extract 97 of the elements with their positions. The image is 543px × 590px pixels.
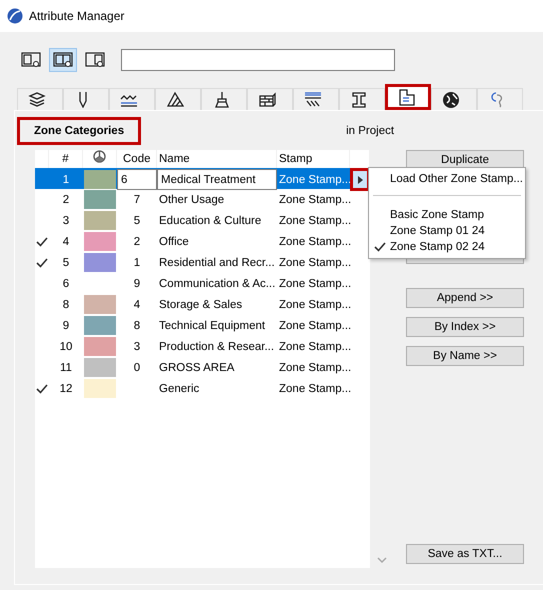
name-cell-text: Office xyxy=(158,236,190,248)
view-mode-button[interactable] xyxy=(49,48,77,72)
name-cell-text: Technical Equipment xyxy=(158,320,266,332)
stamp-cell-text: Zone Stamp... xyxy=(278,236,350,248)
menu-item-label: Load Other Zone Stamp... xyxy=(390,173,523,185)
stamp-cell-text: Zone Stamp... xyxy=(278,340,350,352)
action-button[interactable]: Append >> xyxy=(406,288,524,308)
index-cell-text: 9 xyxy=(62,320,70,332)
code-cell-text: 2 xyxy=(132,236,142,248)
stamp-menu-button[interactable] xyxy=(350,168,370,191)
brick-icon xyxy=(258,91,276,108)
table-row[interactable]: 3 5 Education & Culture Zone Stamp... xyxy=(35,210,370,231)
menu-item-label: Zone Stamp 02 24 xyxy=(390,241,485,253)
stamp-cell-text: Zone Stamp... xyxy=(278,256,350,268)
index-cell-text: 10 xyxy=(58,340,74,352)
stamp-cell-text: Zone Stamp... xyxy=(278,214,350,226)
zone-icon xyxy=(398,88,416,106)
index-cell-text: 6 xyxy=(62,278,70,290)
table-row[interactable]: 5 1 Residential and Recr... Zone Stamp... xyxy=(35,252,370,273)
layers-icon xyxy=(28,91,46,108)
stamp-cell-text: Zone Stamp... xyxy=(278,278,350,290)
caret-icon xyxy=(358,176,362,184)
action-button[interactable]: By Index >> xyxy=(406,317,524,337)
name-cell-text: Storage & Sales xyxy=(158,298,244,310)
table-row[interactable]: 10 3 Production & Resear... Zone Stamp... xyxy=(35,336,370,357)
table-row[interactable]: 9 8 Technical Equipment Zone Stamp... xyxy=(35,315,370,336)
color-swatch[interactable] xyxy=(84,253,116,272)
stamp-cell-text: Zone Stamp... xyxy=(278,320,350,332)
stamp-cell-text: Zone Stamp... xyxy=(278,362,350,374)
name-cell-text: Generic xyxy=(158,382,200,394)
save-as-txt-button[interactable]: Save as TXT... xyxy=(406,544,524,564)
hatch-icon xyxy=(166,91,184,108)
color-swatch[interactable] xyxy=(84,337,116,356)
search-field[interactable] xyxy=(121,49,395,71)
panel-title: Zone Categories xyxy=(17,117,142,145)
color-swatch[interactable] xyxy=(84,295,116,314)
view-icon xyxy=(85,52,105,68)
menu-item-label: Zone Stamp 01 24 xyxy=(390,225,485,237)
code-cell-text: 5 xyxy=(132,214,142,226)
globe-icon xyxy=(442,91,460,108)
index-cell-text: 5 xyxy=(62,256,70,268)
view-icon xyxy=(53,52,73,68)
stamp-cell-text: Zone Stamp... xyxy=(278,298,350,310)
attribute-tab[interactable] xyxy=(385,84,431,110)
stamp-cell-text: Zone Stamp... xyxy=(278,174,350,186)
code-input[interactable]: 6 xyxy=(117,169,157,190)
menu-item[interactable]: Zone Stamp 01 24 xyxy=(369,223,525,239)
name-cell-text: Communication & Ac... xyxy=(158,278,276,290)
app-logo-icon xyxy=(7,8,23,24)
color-column-icon[interactable] xyxy=(93,150,106,163)
table-row[interactable]: 12 Generic Zone Stamp... xyxy=(35,378,370,399)
stamp-cell-text: Zone Stamp... xyxy=(278,194,350,206)
index-cell-text: 2 xyxy=(62,194,70,206)
name-cell-text: GROSS AREA xyxy=(158,362,236,374)
brush-icon xyxy=(212,91,230,108)
color-swatch[interactable] xyxy=(84,170,116,189)
name-cell-text: Other Usage xyxy=(158,194,226,206)
index-cell-text: 1 xyxy=(62,174,70,186)
selected-row[interactable]: 1 6 Medical Treatment Zone Stamp... xyxy=(35,168,370,189)
code-cell-text: 4 xyxy=(132,298,142,310)
stamp-cell-text: Zone Stamp... xyxy=(278,382,350,394)
code-cell-text: 7 xyxy=(132,194,142,206)
name-cell-text: Production & Resear... xyxy=(158,340,276,352)
table-row[interactable]: 11 0 GROSS AREA Zone Stamp... xyxy=(35,357,370,378)
window-title: Attribute Manager xyxy=(29,9,124,23)
menu-item-label: Basic Zone Stamp xyxy=(390,209,484,221)
index-cell-text: 12 xyxy=(58,382,74,394)
name-cell-text: Education & Culture xyxy=(158,214,262,226)
code-cell-text: 9 xyxy=(132,278,142,290)
color-swatch[interactable] xyxy=(84,379,116,398)
scope-label: in Project xyxy=(346,125,394,137)
table-row[interactable]: 2 7 Other Usage Zone Stamp... xyxy=(35,189,370,210)
color-swatch[interactable] xyxy=(84,316,116,335)
table-row[interactable]: 8 4 Storage & Sales Zone Stamp... xyxy=(35,294,370,315)
menu-item[interactable]: Basic Zone Stamp xyxy=(369,207,525,223)
code-cell-text: 8 xyxy=(132,320,142,332)
index-cell-text: 3 xyxy=(62,214,70,226)
color-swatch[interactable] xyxy=(84,190,116,209)
color-swatch[interactable] xyxy=(84,211,116,230)
code-cell-text: 0 xyxy=(132,362,142,374)
action-button[interactable]: By Name >> xyxy=(406,346,524,366)
menu-item[interactable]: Zone Stamp 02 24 xyxy=(369,239,525,255)
i-beam-icon xyxy=(350,91,368,108)
composite-icon xyxy=(304,91,322,108)
index-cell-text: 8 xyxy=(62,298,70,310)
name-cell-text: Residential and Recr... xyxy=(158,256,276,268)
table-row[interactable]: 4 2 Office Zone Stamp... xyxy=(35,231,370,252)
view-icon xyxy=(21,52,41,68)
index-cell-text: 11 xyxy=(59,362,73,374)
index-cell-text: 4 xyxy=(62,236,70,248)
color-swatch[interactable] xyxy=(84,232,116,251)
menu-item[interactable]: Load Other Zone Stamp... xyxy=(369,171,525,187)
code-cell-text: 3 xyxy=(132,340,142,352)
table-row[interactable]: 6 9 Communication & Ac... Zone Stamp... xyxy=(35,273,370,294)
color-swatch[interactable] xyxy=(84,358,116,377)
code-cell-text: 1 xyxy=(132,256,142,268)
name-input[interactable]: Medical Treatment xyxy=(157,169,277,190)
